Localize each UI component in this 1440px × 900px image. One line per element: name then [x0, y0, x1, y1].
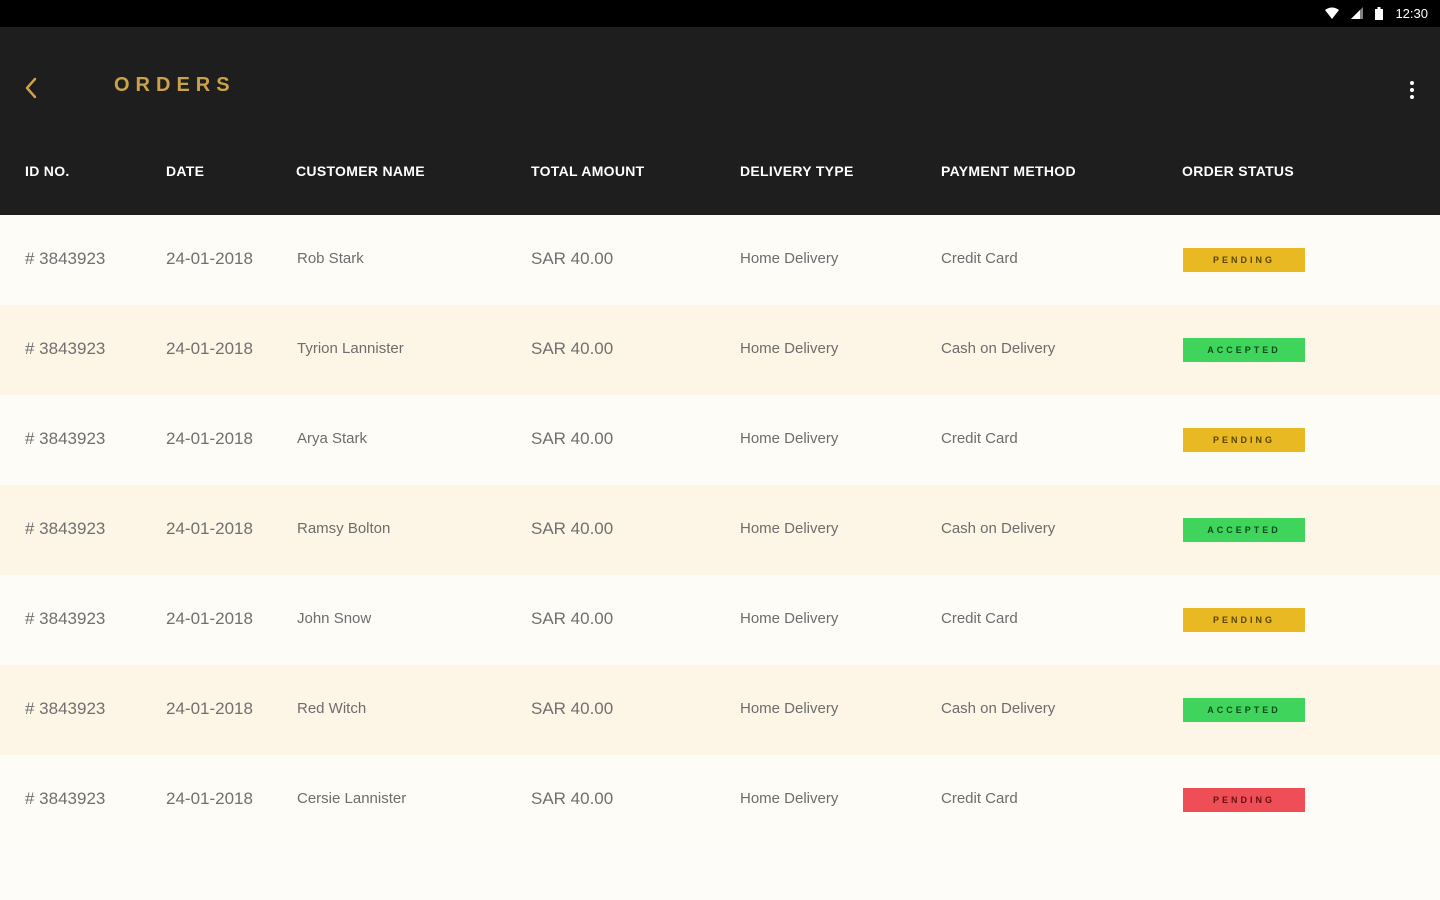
table-row[interactable]: # 3843923 24-01-2018 John Snow SAR 40.00… [0, 575, 1440, 665]
customer-name: Arya Stark [297, 430, 368, 447]
chevron-left-icon [25, 77, 37, 99]
column-header-id[interactable]: ID NO. [25, 163, 70, 179]
status-time: 12:30 [1395, 5, 1428, 21]
table-row[interactable]: # 3843923 24-01-2018 Rob Stark SAR 40.00… [0, 215, 1440, 305]
total-amount: SAR 40.00 [531, 429, 614, 448]
column-header-amount[interactable]: TOTAL AMOUNT [531, 163, 645, 179]
delivery-type: Home Delivery [740, 430, 839, 447]
order-id: # 3843923 [25, 339, 106, 358]
delivery-type: Home Delivery [740, 610, 839, 627]
page-title: ORDERS [114, 74, 236, 96]
table-row[interactable]: # 3843923 24-01-2018 Tyrion Lannister SA… [0, 305, 1440, 395]
back-button[interactable] [16, 73, 46, 103]
payment-method: Credit Card [941, 610, 1018, 627]
status-bar: 12:30 [0, 0, 1440, 27]
total-amount: SAR 40.00 [531, 249, 614, 268]
delivery-type: Home Delivery [740, 340, 839, 357]
order-id: # 3843923 [25, 699, 106, 718]
column-header-delivery[interactable]: DELIVERY TYPE [740, 163, 854, 179]
wifi-icon [1325, 7, 1340, 19]
table-row[interactable]: # 3843923 24-01-2018 Cersie Lannister SA… [0, 755, 1440, 845]
status-badge: ACCEPTED [1183, 518, 1305, 542]
delivery-type: Home Delivery [740, 700, 839, 717]
payment-method: Credit Card [941, 430, 1018, 447]
orders-table-body: # 3843923 24-01-2018 Rob Stark SAR 40.00… [0, 215, 1440, 845]
order-id: # 3843923 [25, 519, 106, 538]
payment-method: Cash on Delivery [941, 520, 1056, 537]
more-options-button[interactable] [1406, 77, 1418, 103]
column-header-payment[interactable]: PAYMENT METHOD [941, 163, 1076, 179]
order-date: 24-01-2018 [166, 699, 253, 718]
more-vert-icon [1410, 81, 1414, 85]
battery-icon [1375, 6, 1384, 20]
payment-method: Cash on Delivery [941, 700, 1056, 717]
customer-name: John Snow [297, 610, 372, 627]
order-date: 24-01-2018 [166, 789, 253, 808]
table-row[interactable]: # 3843923 24-01-2018 Red Witch SAR 40.00… [0, 665, 1440, 755]
table-header: ID NO. DATE CUSTOMER NAME TOTAL AMOUNT D… [0, 127, 1440, 215]
payment-method: Credit Card [941, 790, 1018, 807]
total-amount: SAR 40.00 [531, 699, 614, 718]
status-badge: PENDING [1183, 248, 1305, 272]
table-row[interactable]: # 3843923 24-01-2018 Arya Stark SAR 40.0… [0, 395, 1440, 485]
delivery-type: Home Delivery [740, 520, 839, 537]
customer-name: Cersie Lannister [297, 790, 407, 807]
delivery-type: Home Delivery [740, 790, 839, 807]
order-date: 24-01-2018 [166, 249, 253, 268]
status-badge: PENDING [1183, 428, 1305, 452]
customer-name: Ramsy Bolton [297, 520, 391, 537]
customer-name: Red Witch [297, 700, 367, 717]
app-bar: ORDERS [0, 27, 1440, 127]
order-date: 24-01-2018 [166, 609, 253, 628]
total-amount: SAR 40.00 [531, 609, 614, 628]
table-row[interactable]: # 3843923 24-01-2018 Ramsy Bolton SAR 40… [0, 485, 1440, 575]
order-id: # 3843923 [25, 429, 106, 448]
column-header-date[interactable]: DATE [166, 163, 204, 179]
total-amount: SAR 40.00 [531, 789, 614, 808]
status-badge: ACCEPTED [1183, 338, 1305, 362]
status-badge: ACCEPTED [1183, 698, 1305, 722]
order-date: 24-01-2018 [166, 339, 253, 358]
status-badge: PENDING [1183, 608, 1305, 632]
order-id: # 3843923 [25, 249, 106, 268]
total-amount: SAR 40.00 [531, 519, 614, 538]
total-amount: SAR 40.00 [531, 339, 614, 358]
delivery-type: Home Delivery [740, 250, 839, 267]
order-date: 24-01-2018 [166, 519, 253, 538]
status-icons: 12:30 [1325, 5, 1428, 21]
order-id: # 3843923 [25, 609, 106, 628]
customer-name: Tyrion Lannister [297, 340, 404, 357]
column-header-customer[interactable]: CUSTOMER NAME [296, 163, 425, 179]
customer-name: Rob Stark [297, 250, 364, 267]
order-id: # 3843923 [25, 789, 106, 808]
order-date: 24-01-2018 [166, 429, 253, 448]
payment-method: Cash on Delivery [941, 340, 1056, 357]
column-header-status[interactable]: ORDER STATUS [1182, 163, 1294, 179]
cell-signal-icon [1351, 7, 1364, 19]
status-badge: PENDING [1183, 788, 1305, 812]
payment-method: Credit Card [941, 250, 1018, 267]
